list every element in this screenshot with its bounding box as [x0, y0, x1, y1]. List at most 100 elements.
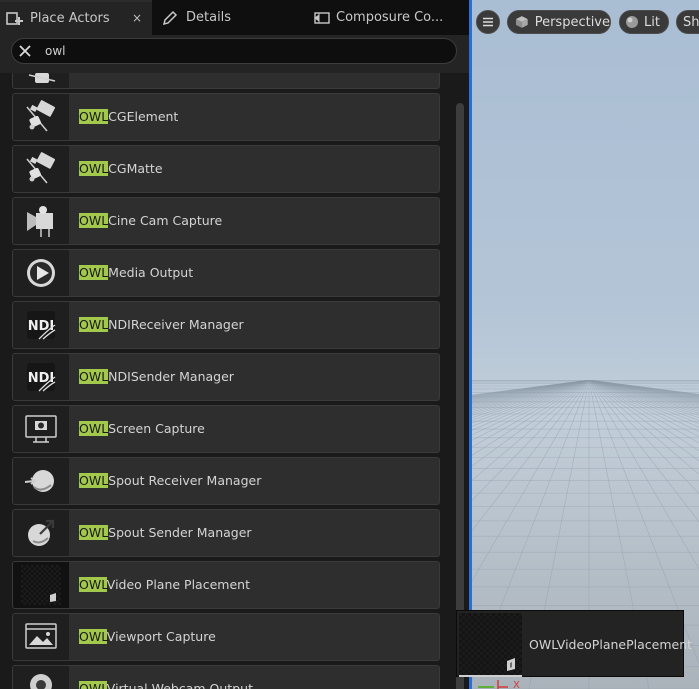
search-match-highlight: OWL — [79, 681, 107, 689]
actor-label-rest: CGMatte — [108, 161, 163, 176]
tab-composure-label: Composure Co... — [336, 10, 444, 25]
actor-list-item[interactable]: OWLVideo Plane Placement — [12, 561, 440, 609]
tab-details-label: Details — [186, 10, 232, 25]
camera-rig-icon — [13, 73, 69, 88]
video-plane-thumbnail — [459, 613, 522, 676]
actor-list-item[interactable]: OWLSpout Receiver Manager — [12, 457, 440, 505]
sphere-icon — [626, 16, 638, 28]
actor-list-item[interactable]: OWLScreen Capture — [12, 405, 440, 453]
actor-list-item[interactable]: NDI OWLNDIReceiver Manager — [12, 301, 440, 349]
perspective-label: Perspective — [534, 14, 610, 30]
search-match-highlight: OWL — [79, 473, 109, 488]
viewport-capture-icon — [13, 614, 69, 660]
show-label: Show — [683, 14, 699, 30]
ndi-icon: NDI — [13, 302, 69, 348]
camera-light-icon — [13, 146, 69, 192]
actor-label: OWLMedia Output — [79, 264, 193, 281]
drag-drop-tooltip: OWLVideoPlanePlacement — [456, 610, 692, 677]
search-match-highlight: OWL — [79, 109, 109, 124]
monitor-capture-icon — [13, 406, 69, 452]
place-actors-icon — [6, 11, 23, 25]
actor-list-item[interactable]: OWLSpout Sender Manager — [12, 509, 440, 557]
actor-list-item[interactable]: NDI OWLNDISender Manager — [12, 353, 440, 401]
actor-label-rest: Virtual Webcam Output — [106, 681, 253, 689]
actor-list-item[interactable] — [12, 73, 440, 89]
actor-label-rest: Spout Receiver Manager — [108, 473, 262, 488]
lit-label: Lit — [644, 14, 660, 30]
search-row — [0, 35, 469, 73]
tab-details[interactable]: Details — [158, 0, 306, 35]
search-match-highlight: OWL — [79, 525, 109, 540]
close-icon[interactable]: × — [132, 12, 142, 24]
tab-place-actors[interactable]: Place Actors × — [0, 0, 152, 35]
camera-light-icon — [13, 94, 69, 140]
actor-list-item[interactable]: OWLViewport Capture — [12, 613, 440, 661]
viewport-menu-button[interactable] — [476, 10, 500, 34]
actor-label: OWLCGMatte — [79, 160, 163, 177]
actor-label-rest: Spout Sender Manager — [108, 525, 252, 540]
cube-icon — [515, 16, 528, 28]
perspective-button[interactable]: Perspective — [507, 10, 611, 34]
play-circle-icon — [13, 250, 69, 296]
actor-list-item[interactable]: OWLMedia Output — [12, 249, 440, 297]
tab-place-actors-label: Place Actors — [30, 11, 110, 26]
actor-list-item[interactable]: OWLVirtual Webcam Output — [12, 665, 440, 689]
composure-icon — [314, 11, 330, 24]
actor-label-rest: NDIReceiver Manager — [108, 317, 244, 332]
actor-label-rest: Screen Capture — [108, 421, 205, 436]
actor-label-rest: Viewport Capture — [106, 629, 216, 644]
axis-x-label: X — [513, 680, 520, 689]
webcam-icon — [13, 666, 69, 689]
actor-label: OWLNDISender Manager — [79, 368, 234, 385]
actor-label-rest: CGElement — [108, 109, 179, 124]
search-input[interactable] — [45, 42, 425, 60]
ndi-icon: NDI — [13, 354, 69, 400]
actor-label: OWLNDIReceiver Manager — [79, 316, 244, 333]
lit-button[interactable]: Lit — [619, 10, 669, 34]
search-match-highlight: OWL — [79, 265, 109, 280]
tab-bar: Place Actors × Details Composure Co... — [0, 0, 469, 35]
actor-label: OWLScreen Capture — [79, 420, 205, 437]
actor-label: OWLCGElement — [79, 108, 178, 125]
search-box[interactable] — [11, 38, 457, 64]
actor-label: OWLCine Cam Capture — [79, 212, 222, 229]
svg-text:NDI: NDI — [28, 319, 55, 334]
svg-text:NDI: NDI — [28, 371, 55, 386]
actor-label: OWLViewport Capture — [79, 628, 216, 645]
actor-label: OWLSpout Receiver Manager — [79, 472, 261, 489]
search-match-highlight: OWL — [79, 577, 107, 592]
search-match-highlight: OWL — [79, 161, 109, 176]
actor-label: OWLVideo Plane Placement — [79, 576, 250, 593]
tab-composure[interactable]: Composure Co... — [312, 0, 469, 35]
actor-list: OWLCGElement OWLCGMatte OWLCine Cam Capt… — [0, 73, 469, 689]
drag-tooltip-label: OWLVideoPlanePlacement — [529, 637, 693, 652]
actor-label: OWLVirtual Webcam Output — [79, 680, 253, 689]
actor-label: OWLSpout Sender Manager — [79, 524, 252, 541]
search-match-highlight: OWL — [79, 213, 109, 228]
actor-list-item[interactable]: OWLCGMatte — [12, 145, 440, 193]
spout-receiver-icon — [13, 458, 69, 504]
viewport-focus-border — [469, 0, 472, 689]
pencil-icon — [162, 10, 178, 25]
search-match-highlight: OWL — [79, 369, 109, 384]
clear-search-icon[interactable] — [17, 43, 33, 59]
actor-label-rest: Media Output — [108, 265, 194, 280]
spout-sender-icon — [13, 510, 69, 556]
actor-list-item[interactable]: OWLCine Cam Capture — [12, 197, 440, 245]
actor-list-items: OWLCGElement OWLCGMatte OWLCine Cam Capt… — [12, 73, 440, 689]
scrollbar-thumb[interactable] — [456, 103, 464, 689]
axis-gizmo: X — [478, 680, 520, 689]
show-button[interactable]: Show — [676, 10, 699, 34]
actor-label-rest: Video Plane Placement — [106, 577, 250, 592]
search-match-highlight: OWL — [79, 421, 109, 436]
actor-label-rest: Cine Cam Capture — [108, 213, 223, 228]
level-viewport[interactable]: Perspective Lit Show — [469, 0, 699, 689]
search-match-highlight: OWL — [79, 629, 107, 644]
viewport-toolbar: Perspective Lit Show — [469, 0, 699, 44]
cine-camera-icon — [13, 198, 69, 244]
actor-list-item[interactable]: OWLCGElement — [12, 93, 440, 141]
search-match-highlight: OWL — [79, 317, 109, 332]
place-actors-panel: Place Actors × Details Composure Co... o… — [0, 0, 469, 689]
video-plane-thumbnail — [13, 562, 69, 608]
thumbnail-underline — [459, 675, 522, 677]
